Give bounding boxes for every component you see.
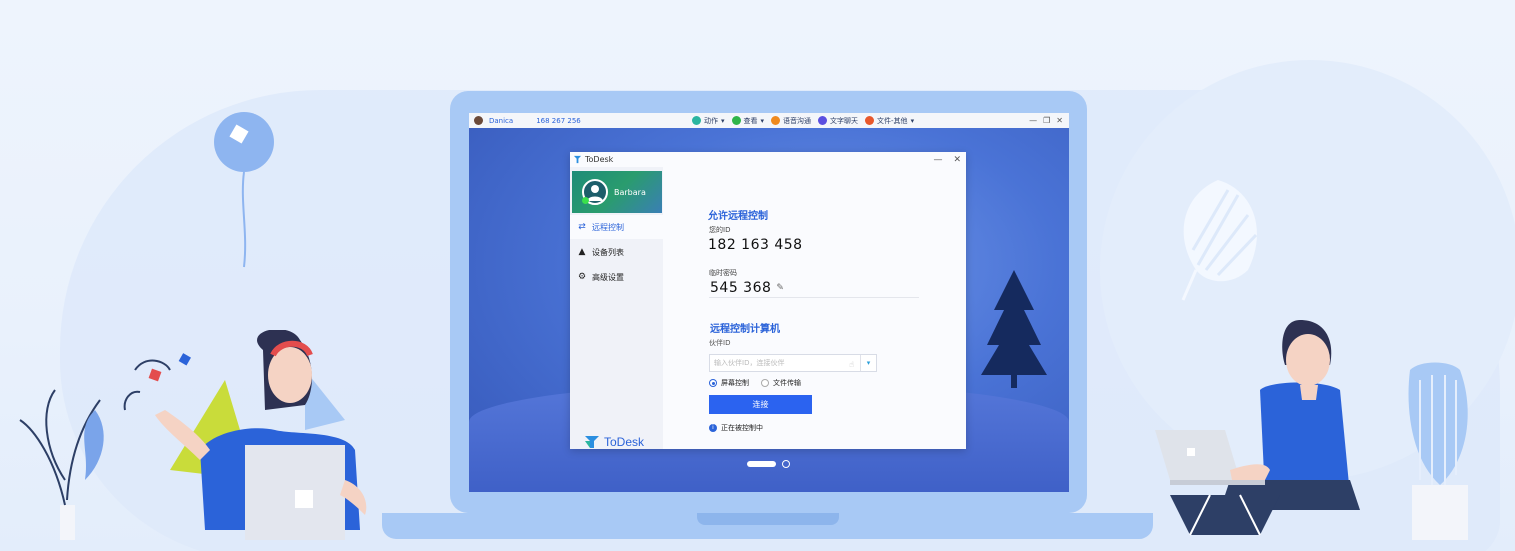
action-icon bbox=[692, 116, 701, 125]
chevron-down-icon: ▾ bbox=[721, 116, 725, 125]
sidebar-item-device-list[interactable]: ▲ 设备列表 bbox=[570, 240, 663, 264]
woman-with-laptop-illustration bbox=[19, 330, 367, 540]
todesk-titlebar: ToDesk — ✕ bbox=[570, 152, 966, 167]
allow-remote-heading: 允许远程控制 bbox=[708, 211, 768, 222]
toolbar-chat-label: 文字聊天 bbox=[830, 116, 859, 125]
temp-password-value: 545 368 bbox=[710, 280, 772, 296]
remote-control-toolbar: Danica 168 267 256 动作 ▾ 查看 ▾ 语音沟通 文字聊天 文… bbox=[469, 113, 1069, 128]
carousel-pager bbox=[747, 460, 790, 468]
partner-id-placeholder: 输入伙伴ID，连接伙伴 bbox=[714, 359, 785, 367]
chevron-down-icon: ▾ bbox=[760, 116, 765, 125]
todesk-title: ToDesk bbox=[585, 155, 614, 164]
remote-user: Danica 168 267 256 bbox=[474, 116, 581, 125]
balloon-decoration bbox=[214, 112, 274, 268]
toolbar-action-menu[interactable]: 动作 ▾ bbox=[692, 116, 725, 126]
brand-name: ToDesk bbox=[604, 435, 645, 449]
controlled-status: i 正在被控制中 bbox=[709, 423, 763, 433]
connection-mode-group: 屏幕控制 文件传输 bbox=[709, 378, 801, 388]
close-button[interactable]: ✕ bbox=[1056, 116, 1063, 125]
toolbar-file-label: 文件-其他 bbox=[877, 116, 908, 125]
connect-button[interactable]: 连接 bbox=[709, 395, 812, 414]
minimize-button[interactable]: — bbox=[933, 155, 942, 165]
man-with-laptop-illustration bbox=[1155, 320, 1468, 540]
remote-user-name: Danica bbox=[489, 116, 514, 125]
sidebar-item-label: 设备列表 bbox=[592, 247, 624, 257]
swap-arrows-icon: ⇄ bbox=[578, 222, 586, 232]
status-text: 正在被控制中 bbox=[721, 424, 763, 432]
todesk-window: ToDesk — ✕ Barbara ⇄ 远程控制 ▲ 设备列表 ⚙ 高级设置 … bbox=[570, 152, 966, 449]
sidebar-item-advanced-settings[interactable]: ⚙ 高级设置 bbox=[570, 265, 663, 289]
toolbar-voice-button[interactable]: 语音沟通 bbox=[771, 116, 811, 126]
hand-icon: ☝ bbox=[849, 360, 854, 369]
leaf-decoration bbox=[1181, 180, 1258, 301]
voice-icon bbox=[771, 116, 781, 125]
sidebar-item-label: 高级设置 bbox=[592, 272, 624, 282]
todesk-brand: ToDesk bbox=[584, 435, 644, 449]
temp-password-row: 545 368 ✎ bbox=[710, 280, 784, 296]
radio-checked-icon bbox=[709, 379, 717, 387]
toolbar-view-menu[interactable]: 查看 ▾ bbox=[731, 116, 765, 126]
remote-desktop-screen: Danica 168 267 256 动作 ▾ 查看 ▾ 语音沟通 文字聊天 文… bbox=[469, 113, 1069, 492]
toolbar-file-menu[interactable]: 文件-其他 ▾ bbox=[865, 116, 914, 126]
history-dropdown-button[interactable]: ▾ bbox=[860, 355, 876, 371]
radio-screen-control[interactable]: 屏幕控制 bbox=[709, 378, 749, 388]
control-computer-heading: 远程控制计算机 bbox=[710, 324, 780, 335]
radio-unchecked-icon bbox=[761, 379, 769, 387]
minimize-button[interactable]: — bbox=[1029, 116, 1037, 125]
todesk-sidebar: Barbara ⇄ 远程控制 ▲ 设备列表 ⚙ 高级设置 ToDesk bbox=[570, 167, 663, 449]
avatar bbox=[582, 179, 608, 205]
avatar bbox=[474, 116, 483, 125]
chat-icon bbox=[818, 116, 828, 125]
section-divider bbox=[709, 297, 919, 298]
carousel-page-dot[interactable] bbox=[782, 460, 790, 468]
your-id-label: 您的ID bbox=[709, 226, 731, 234]
partner-id-input[interactable]: 输入伙伴ID，连接伙伴 ☝ ▾ bbox=[709, 354, 877, 372]
toolbar-action-label: 动作 bbox=[704, 116, 718, 125]
profile-name: Barbara bbox=[614, 187, 646, 197]
toolbar-chat-button[interactable]: 文字聊天 bbox=[818, 116, 858, 126]
chevron-down-icon: ▾ bbox=[910, 116, 915, 125]
radio-label: 屏幕控制 bbox=[721, 379, 749, 387]
sidebar-item-remote-control[interactable]: ⇄ 远程控制 bbox=[570, 215, 663, 239]
toolbar-view-label: 查看 bbox=[743, 116, 758, 125]
tree-wallpaper bbox=[981, 270, 1047, 388]
close-button[interactable]: ✕ bbox=[953, 155, 961, 165]
partner-id-label: 伙伴ID bbox=[709, 339, 731, 347]
view-icon bbox=[731, 116, 741, 125]
edit-pencil-icon[interactable]: ✎ bbox=[776, 283, 784, 293]
todesk-logo-icon bbox=[573, 155, 582, 164]
radio-file-transfer[interactable]: 文件传输 bbox=[761, 378, 801, 388]
devices-icon: ▲ bbox=[578, 247, 586, 257]
carousel-page-active[interactable] bbox=[747, 461, 776, 467]
laptop-notch bbox=[697, 513, 839, 525]
sidebar-item-label: 远程控制 bbox=[592, 222, 624, 232]
online-status-dot bbox=[582, 197, 589, 204]
temp-password-label: 临时密码 bbox=[709, 269, 737, 277]
todesk-logo-icon bbox=[585, 436, 599, 448]
remote-device-id: 168 267 256 bbox=[536, 116, 581, 125]
file-icon bbox=[865, 116, 875, 125]
radio-label: 文件传输 bbox=[773, 379, 801, 387]
your-id-value: 182 163 458 bbox=[708, 237, 803, 253]
gear-icon: ⚙ bbox=[577, 272, 587, 282]
toolbar-voice-label: 语音沟通 bbox=[783, 116, 812, 125]
info-icon: i bbox=[709, 424, 717, 432]
profile-card[interactable]: Barbara bbox=[572, 171, 662, 213]
remote-control-panel: 允许远程控制 您的ID 182 163 458 临时密码 545 368 ✎ 远… bbox=[663, 167, 966, 449]
restore-button[interactable]: ❐ bbox=[1043, 116, 1050, 125]
